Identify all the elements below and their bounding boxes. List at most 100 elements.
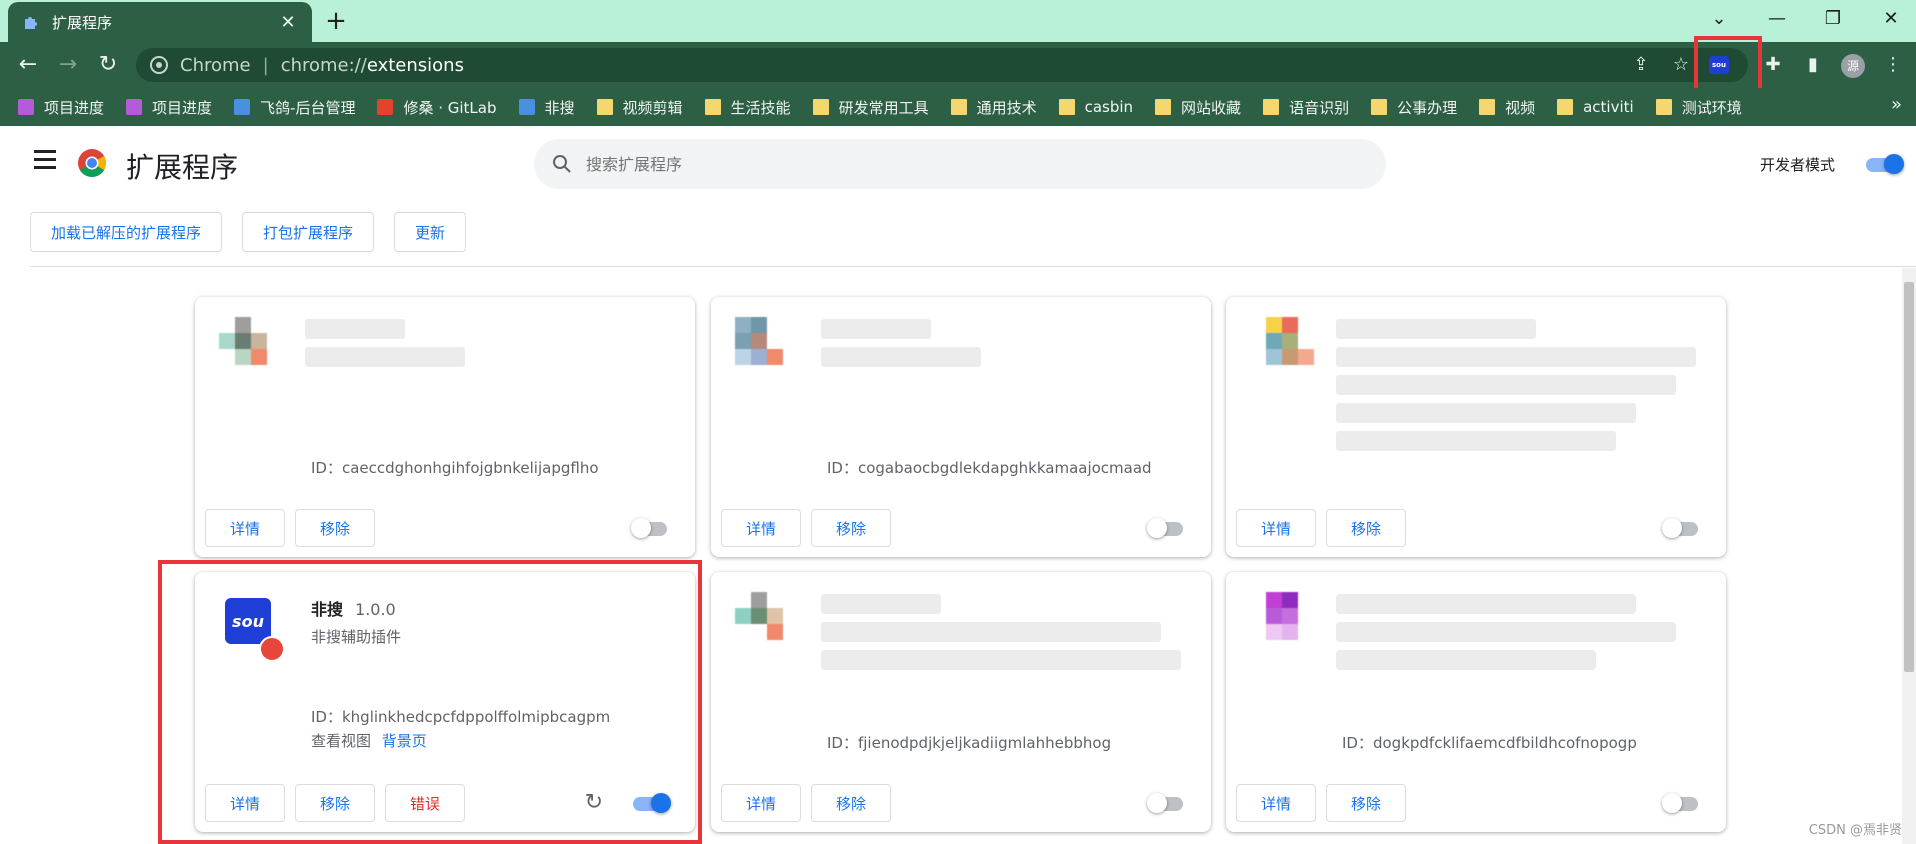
gitlab-icon [377,99,394,115]
site-name: Chrome [180,54,251,76]
search-input[interactable] [586,154,1286,174]
hamburger-menu-icon[interactable] [34,150,58,174]
tab-title: 扩展程序 [52,13,113,32]
omnibox-separator: | [262,54,269,76]
chrome-icon [150,56,168,74]
app-icon [18,99,34,115]
extension-id: ID：caeccdghonhgihfojgbnkelijapgflho [311,459,599,477]
bookmark-item[interactable]: 生活技能 [704,97,791,118]
developer-mode-label: 开发者模式 [1760,156,1836,174]
close-icon[interactable]: ✕ [278,12,298,33]
details-button[interactable]: 详情 [1236,509,1317,547]
bookmarks-bar: 项目进度 项目进度 飞鸽-后台管理 修桑 · GitLab 非搜 视频剪辑 生活技能 研发常用… [0,88,1916,126]
bookmark-item[interactable]: 项目进度 [18,97,104,118]
bookmark-label: 项目进度 [44,98,105,117]
restore-button[interactable]: ❐ [1818,8,1848,34]
developer-actions: 加载已解压的扩展程序 打包扩展程序 更新 [30,212,467,252]
bookmark-label: 通用技术 [976,98,1037,117]
search-box[interactable] [534,139,1386,189]
header-divider [30,266,1916,267]
folder-icon [1655,99,1672,115]
bookmark-item[interactable]: 研发常用工具 [812,97,929,118]
folder-icon [596,99,613,115]
remove-button[interactable]: 移除 [1326,784,1407,822]
side-panel-icon[interactable]: ▮ [1798,50,1828,80]
share-icon[interactable]: ⇪ [1626,50,1656,80]
close-window-button[interactable]: ✕ [1876,8,1906,34]
extensions-puzzle-icon[interactable]: ✚ [1758,50,1788,80]
tab-extensions[interactable]: 扩展程序 ✕ [8,2,312,42]
update-button[interactable]: 更新 [394,212,467,252]
folder-icon [704,99,721,115]
folder-icon [1371,99,1388,115]
kebab-menu-icon[interactable]: ⋮ [1878,50,1908,80]
address-bar[interactable]: Chrome | chrome://extensions [136,48,1748,82]
extension-enable-toggle[interactable] [1662,518,1702,538]
bookmark-item[interactable]: 通用技术 [950,97,1037,118]
bookmark-item[interactable]: 项目进度 [126,97,212,118]
chevron-down-icon[interactable]: ⌄ [1704,8,1734,34]
new-tab-button[interactable]: + [322,8,350,36]
avatar[interactable]: 源 [1838,50,1868,80]
developer-mode-toggle[interactable] [1866,154,1904,174]
bookmark-item[interactable]: 飞鸽-后台管理 [234,97,355,118]
folder-icon [1155,99,1172,115]
bookmarks-overflow-icon[interactable]: » [1891,94,1902,115]
extensions-header: 扩展程序 开发者模式 [0,126,1916,198]
card-actions: 详情 移除 [721,784,892,822]
folder-icon [812,99,829,115]
bookmark-item[interactable]: 测试环境 [1655,97,1742,118]
extension-enable-toggle[interactable] [631,518,671,538]
folder-icon [1263,99,1280,115]
blurred-extension-icon [735,592,783,640]
minimize-button[interactable]: — [1762,8,1792,34]
bookmark-item[interactable]: 修桑 · GitLab [377,97,497,118]
extension-enable-toggle[interactable] [1662,793,1702,813]
bookmark-item[interactable]: 非搜 [518,97,575,118]
extension-card: ID：fjienodpdjkjeljkadiigmlahhebbhog 详情 移… [711,572,1211,832]
bookmark-item[interactable]: activiti [1557,98,1634,116]
details-button[interactable]: 详情 [1236,784,1317,822]
bookmark-label: 视频 [1505,98,1536,117]
bookmark-label: 视频剪辑 [622,98,683,117]
bookmark-star-icon[interactable]: ☆ [1666,50,1696,80]
bookmark-item[interactable]: 语音识别 [1263,97,1349,118]
remove-button[interactable]: 移除 [811,509,892,547]
load-unpacked-button[interactable]: 加载已解压的扩展程序 [30,212,223,252]
extension-card: ID：caeccdghonhgihfojgbnkelijapgflho 详情 移… [195,297,695,557]
page-scrollbar[interactable] [1902,268,1916,844]
remove-button[interactable]: 移除 [811,784,892,822]
remove-button[interactable]: 移除 [295,509,376,547]
card-actions: 详情 移除 [1236,509,1407,547]
extension-enable-toggle[interactable] [1147,793,1187,813]
remove-button[interactable]: 移除 [1326,509,1407,547]
details-button[interactable]: 详情 [721,509,802,547]
reload-button[interactable]: ↻ [94,51,122,79]
extension-id: ID：cogabaocbgdlekdapghkkamaajocmaad [827,459,1152,477]
scrollbar-thumb[interactable] [1904,282,1914,672]
bookmark-item[interactable]: 公事办理 [1371,97,1457,118]
bookmark-item[interactable]: 网站收藏 [1155,97,1241,118]
blurred-extension-info [821,594,1181,678]
extension-enable-toggle[interactable] [1147,518,1187,538]
bookmark-label: 非搜 [544,98,575,117]
url-host: extensions [366,54,464,76]
extension-id: ID：fjienodpdjkjeljkadiigmlahhebbhog [827,734,1112,752]
bookmark-item[interactable]: 视频 [1479,97,1535,118]
blurred-extension-info [1336,594,1676,678]
tab-strip: 扩展程序 ✕ + ⌄ — ❐ ✕ [0,0,1916,42]
extension-card: 详情 移除 [1226,297,1726,557]
pack-extension-button[interactable]: 打包扩展程序 [242,212,375,252]
chrome-logo-icon [78,149,106,177]
forward-button[interactable]: → [54,51,82,79]
page-title: 扩展程序 [126,151,239,184]
details-button[interactable]: 详情 [721,784,802,822]
back-button[interactable]: ← [14,51,42,79]
bookmark-label: 网站收藏 [1181,98,1242,117]
card-highlight-frame [158,560,702,844]
bookmark-item[interactable]: 视频剪辑 [596,97,683,118]
bookmark-item[interactable]: casbin [1058,98,1133,116]
bird-icon [234,99,251,115]
details-button[interactable]: 详情 [205,509,286,547]
bird-icon [518,99,535,115]
